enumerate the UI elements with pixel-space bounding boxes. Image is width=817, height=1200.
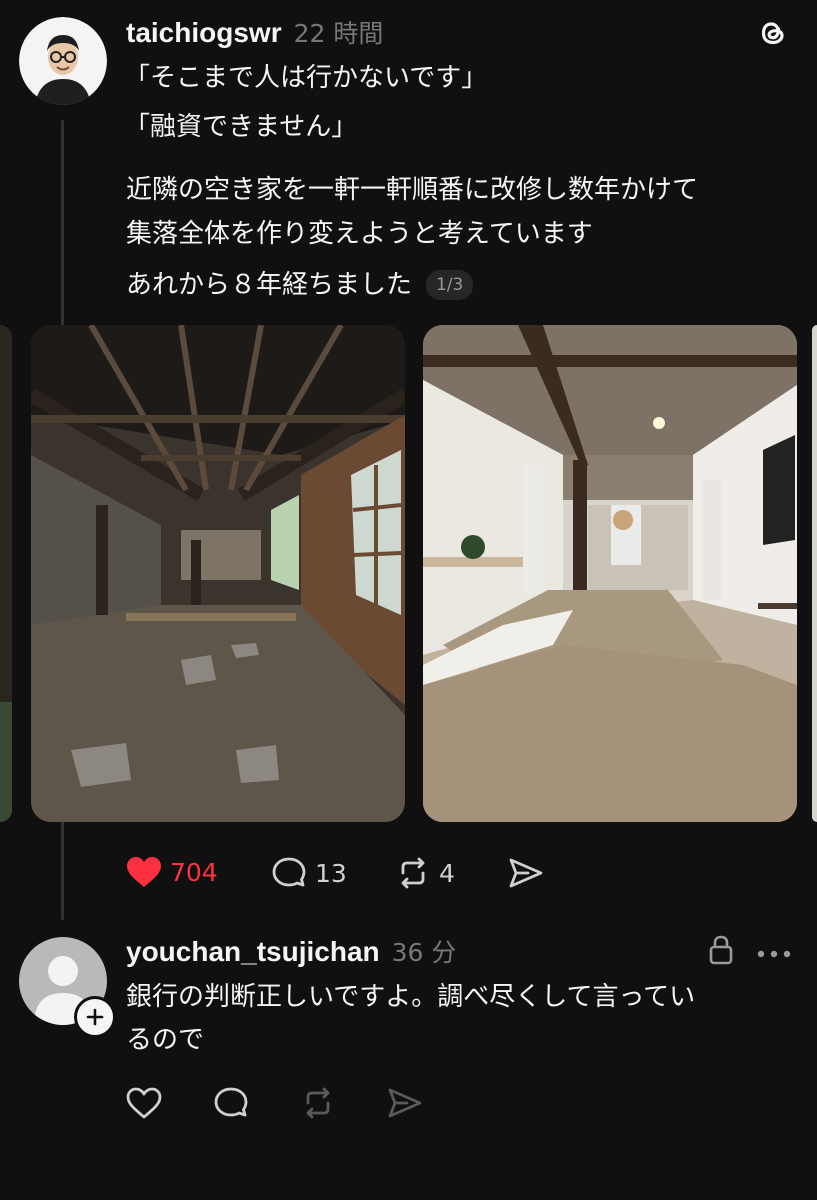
follow-plus-button[interactable]: [74, 996, 116, 1038]
comment-bubble-icon: [214, 1087, 248, 1117]
like-count: 704: [170, 857, 218, 887]
repost-icon: [306, 1087, 330, 1119]
prev-image-edge[interactable]: [0, 325, 12, 822]
reply-line-1: 銀行の判断正しいですよ。調べ尽くして言ってい: [126, 982, 696, 1012]
reply-repost-button[interactable]: [300, 1086, 336, 1124]
share-icon[interactable]: [508, 856, 544, 894]
post-line-5: あれから８年経ちました: [126, 269, 413, 300]
post-line-1: 「そこまで人は行かないです」: [124, 63, 488, 93]
reply-timestamp: 36 分: [391, 938, 457, 967]
repost-button[interactable]: 4: [395, 856, 455, 890]
reply-like-button[interactable]: [126, 1087, 162, 1123]
comment-bubble-icon: [272, 857, 306, 887]
post-line-4: 集落全体を作り変えようと考えています: [126, 219, 593, 249]
post-line-3: 近隣の空き家を一軒一軒順番に改修し数年かけて: [126, 175, 699, 205]
reply-username[interactable]: youchan_tsujichan: [126, 936, 380, 968]
heart-filled-icon: [127, 857, 161, 887]
repost-icon: [401, 857, 425, 889]
author-username[interactable]: taichiogswr: [126, 17, 282, 49]
heart-outline-icon: [126, 1087, 162, 1119]
reply-comment-button[interactable]: [213, 1086, 249, 1124]
post-line-2: 「融資できません」: [124, 112, 358, 142]
renovation-before-photo[interactable]: [31, 325, 405, 822]
reply-button[interactable]: 13: [271, 856, 347, 890]
reply-count: 13: [315, 858, 347, 888]
lock-icon: [707, 934, 735, 970]
post-timestamp: 22 時間: [293, 19, 384, 48]
carousel-counter: 1/3: [426, 270, 474, 300]
next-image-edge[interactable]: [812, 325, 817, 822]
threads-logo-icon[interactable]: [756, 16, 790, 54]
more-options-icon[interactable]: [756, 944, 792, 963]
plus-icon: [86, 1008, 104, 1026]
like-button[interactable]: 704: [126, 856, 218, 888]
reply-line-2: るので: [126, 1025, 205, 1055]
author-avatar[interactable]: [19, 17, 107, 105]
reply-share-button[interactable]: [387, 1086, 423, 1124]
repost-count: 4: [439, 858, 455, 888]
share-icon: [388, 1088, 422, 1118]
renovated-bedroom-photo[interactable]: [423, 325, 797, 822]
